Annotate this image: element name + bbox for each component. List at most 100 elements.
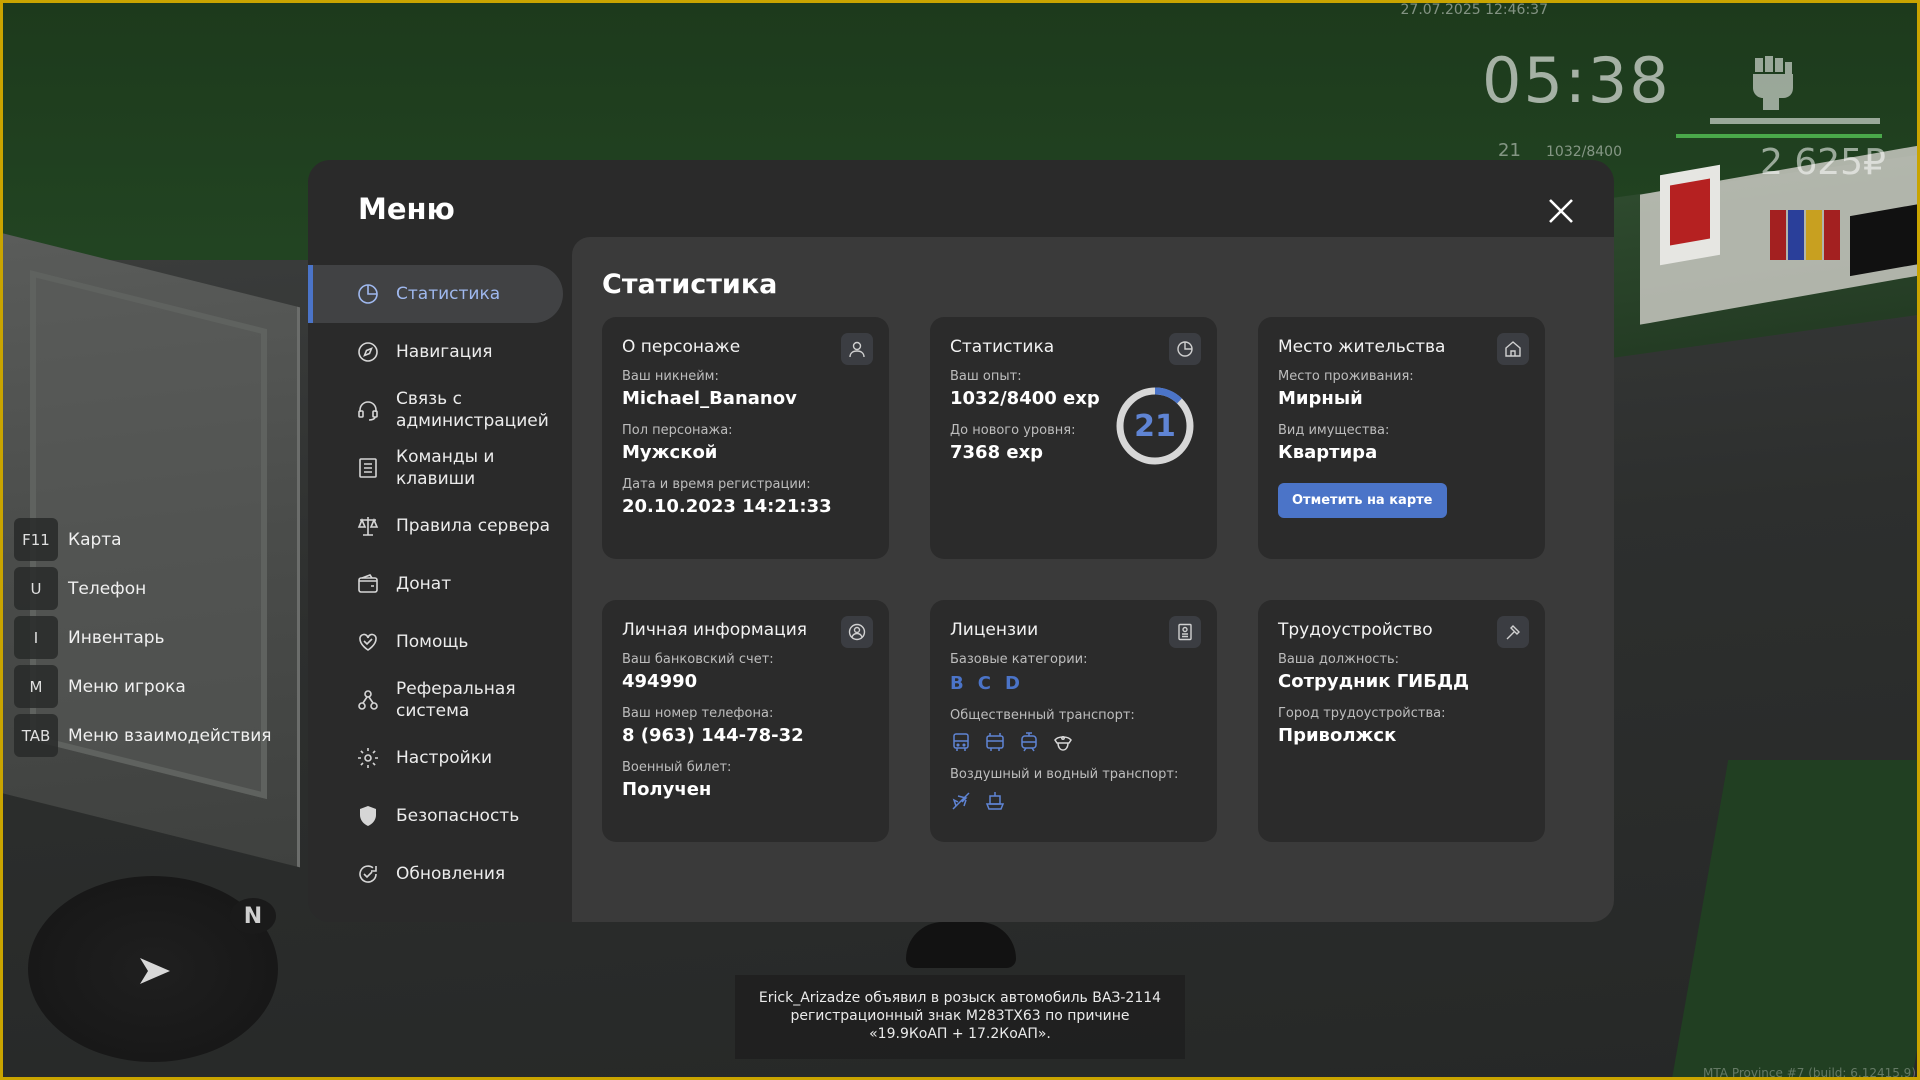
sidebar-item-navigation[interactable]: Навигация <box>308 323 573 381</box>
field-label: Общественный транспорт: <box>950 708 1135 723</box>
hotkey-key: M <box>14 665 58 708</box>
hud-clock: 05:38 <box>1482 44 1671 117</box>
card-licenses: Лицензии Базовые категории: B C D Общест… <box>930 600 1217 842</box>
user-circle-icon <box>841 616 873 648</box>
minimap: N <box>28 876 278 1062</box>
hotkey-key: F11 <box>14 518 58 561</box>
card-title: Трудоустройство <box>1278 620 1433 640</box>
scales-icon <box>357 517 379 536</box>
mark-on-map-button[interactable]: Отметить на карте <box>1278 483 1447 518</box>
plane-icon <box>952 792 970 810</box>
hotkey-interaction-menu[interactable]: TAB Меню взаимодействия <box>14 714 272 757</box>
card-statistics: Статистика Ваш опыт: 1032/8400 exp До но… <box>930 317 1217 559</box>
sidebar-item-statistics[interactable]: Статистика <box>308 265 563 323</box>
sidebar-item-referral[interactable]: Реферальная система <box>308 671 573 729</box>
sidebar-item-admin-contact[interactable]: Связь с администрацией <box>308 381 573 439</box>
sidebar-item-label: Донат <box>396 574 452 594</box>
hotkey-label: Меню игрока <box>68 676 186 697</box>
hotkey-label: Инвентарь <box>68 627 165 648</box>
level-number: 21 <box>1134 408 1176 444</box>
field-label: Ваш банковский счет: <box>622 652 774 667</box>
health-bar <box>1710 118 1880 124</box>
chat-notification: Erick_Arizadze объявил в розыск автомоби… <box>735 975 1185 1059</box>
hud-money: 2 625₽ <box>1760 142 1886 183</box>
sidebar-item-commands[interactable]: Команды и клавиши <box>308 439 573 497</box>
sidebar-item-security[interactable]: Безопасность <box>308 787 573 845</box>
card-title: Личная информация <box>622 620 808 640</box>
hotkey-label: Меню взаимодействия <box>68 725 272 746</box>
user-icon <box>841 333 873 365</box>
category-b: B <box>950 673 964 694</box>
tram-icon <box>1021 732 1037 752</box>
sidebar-item-label: Команды и клавиши <box>396 447 495 489</box>
boat-icon <box>985 792 1005 810</box>
menu-content: Статистика О персонаже Ваш никнейм: Mich… <box>572 237 1614 922</box>
sidebar-item-donate[interactable]: Донат <box>308 555 573 613</box>
residence-place-value: Мирный <box>1278 388 1363 409</box>
sidebar-item-label: Связь с администрацией <box>396 389 549 431</box>
shield-icon <box>360 806 376 826</box>
armor-bar <box>1676 134 1882 138</box>
headset-icon <box>358 401 378 421</box>
bus-icon <box>953 733 969 751</box>
sidebar-item-updates[interactable]: Обновления <box>308 845 573 903</box>
card-personal-info: Личная информация Ваш банковский счет: 4… <box>602 600 889 842</box>
job-position-value: Сотрудник ГИБДД <box>1278 671 1470 692</box>
card-title: О персонаже <box>622 337 741 357</box>
gear-icon <box>358 748 378 768</box>
sidebar-item-label: Реферальная система <box>396 679 516 721</box>
card-character: О персонаже Ваш никнейм: Michael_Bananov… <box>602 317 889 559</box>
north-marker: N <box>230 898 276 934</box>
hotkey-list: F11 Карта U Телефон I Инвентарь M Меню игрок… <box>14 518 272 757</box>
hotkey-phone[interactable]: U Телефон <box>14 567 272 610</box>
field-label: Воздушный и водный транспорт: <box>950 767 1179 782</box>
content-title: Статистика <box>602 269 778 300</box>
gender-value: Мужской <box>622 442 718 463</box>
license-categories: B C D <box>950 673 1197 694</box>
field-label: Вид имущества: <box>1278 423 1390 438</box>
license-icon <box>1169 616 1201 648</box>
phone-value: 8 (963) 144-78-32 <box>622 725 804 746</box>
hammer-icon <box>1497 616 1529 648</box>
close-icon[interactable] <box>1544 194 1578 228</box>
field-label: Дата и время регистрации: <box>622 477 811 492</box>
card-title: Статистика <box>950 337 1055 357</box>
field-label: Ваша должность: <box>1278 652 1400 667</box>
card-title: Место жительства <box>1278 337 1446 357</box>
referral-icon <box>358 690 378 710</box>
sidebar-item-settings[interactable]: Настройки <box>308 729 573 787</box>
level-progress-ring: 21 <box>1114 385 1196 467</box>
registration-value: 20.10.2023 14:21:33 <box>622 496 832 517</box>
trolleybus-icon <box>986 733 1004 751</box>
nickname-value: Michael_Bananov <box>622 388 797 409</box>
pie-chart-icon <box>1169 333 1201 365</box>
menu-title: Меню <box>358 192 455 226</box>
notice-board <box>1660 164 1720 266</box>
job-city-value: Приволжск <box>1278 725 1397 746</box>
monitor <box>1850 203 1920 277</box>
category-d: D <box>1004 673 1020 694</box>
build-info: MTA Province #7 (build: 6.12415.9) <box>1703 1066 1916 1080</box>
property-type-value: Квартира <box>1278 442 1378 463</box>
fist-icon <box>1753 56 1793 110</box>
hotkey-map[interactable]: F11 Карта <box>14 518 272 561</box>
handshake-icon <box>359 633 377 651</box>
hud-datetime: 27.07.2025 12:46:37 <box>1400 2 1549 18</box>
field-label: Ваш опыт: <box>950 369 1022 384</box>
field-label: Базовые категории: <box>950 652 1088 667</box>
wallet-icon <box>358 574 378 593</box>
hotkey-inventory[interactable]: I Инвентарь <box>14 616 272 659</box>
pie-chart-icon <box>358 284 378 304</box>
field-label: Ваш никнейм: <box>622 369 719 384</box>
sidebar-item-label: Правила сервера <box>396 516 551 536</box>
card-employment: Трудоустройство Ваша должность: Сотрудни… <box>1258 600 1545 842</box>
sidebar-item-help[interactable]: Помощь <box>308 613 573 671</box>
menu-sidebar: Статистика Навигация Связь с администрац… <box>308 265 573 903</box>
list-icon <box>359 458 377 478</box>
player-shoe <box>906 922 1016 968</box>
sidebar-item-rules[interactable]: Правила сервера <box>308 497 573 555</box>
sidebar-item-label: Настройки <box>396 748 493 768</box>
field-label: Пол персонажа: <box>622 423 733 438</box>
hotkey-player-menu[interactable]: M Меню игрока <box>14 665 272 708</box>
binders <box>1770 210 1840 260</box>
